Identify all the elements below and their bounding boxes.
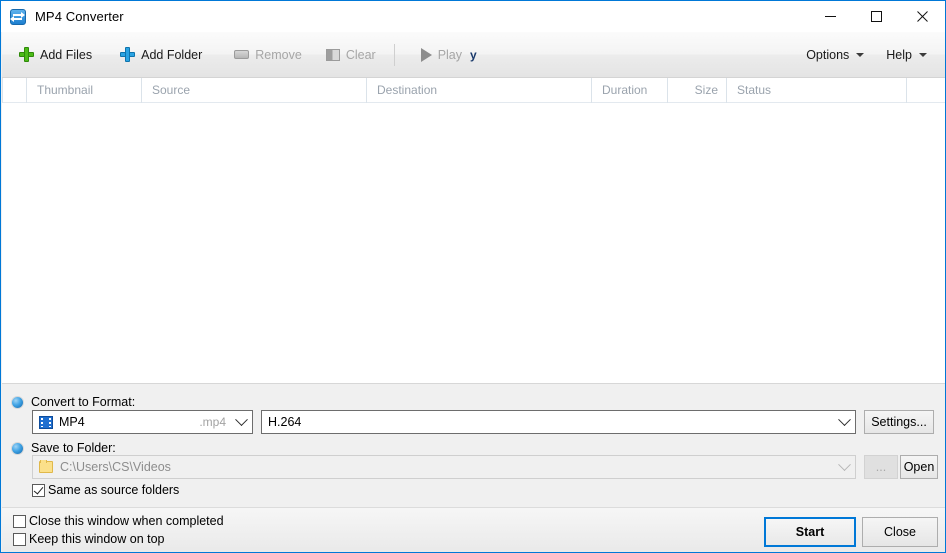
remove-icon [234,50,250,59]
convert-to-format-row[interactable]: Convert to Format: [12,395,135,409]
save-folder-select-arrow[interactable] [833,456,855,478]
help-menu-button[interactable]: Help [877,39,936,71]
options-menu-button[interactable]: Options [797,39,873,71]
close-window-button[interactable] [899,1,945,32]
settings-button[interactable]: Settings... [864,410,934,434]
convert-to-format-radio-icon[interactable] [12,396,23,408]
play-triangle-icon [420,47,432,62]
clear-button: Clear [317,39,385,71]
same-as-source-folders-checkbox[interactable]: Same as source folders [32,483,179,497]
plus-blue-icon [120,47,136,62]
add-files-button[interactable]: Add Files [10,39,101,71]
window-title: MP4 Converter [35,9,124,24]
codec-select-arrow[interactable] [833,411,855,433]
add-files-label: Add Files [40,47,93,62]
codec-value: H.264 [268,415,302,429]
file-list-header: Thumbnail Source Destination Duration Si… [2,77,945,103]
save-to-folder-label: Save to Folder: [31,441,116,455]
toolbar-right-group: Options Help [797,39,936,71]
checkbox-indicator[interactable] [13,514,26,528]
column-spacer [2,77,26,103]
options-label: Options [806,47,850,62]
format-extension: .mp4 [199,415,226,429]
window-controls [807,1,945,32]
checkbox-indicator[interactable] [32,483,45,497]
column-label: Size [694,83,718,97]
toolbar-separator [393,43,395,66]
keep-on-top-label: Keep this window on top [29,532,165,546]
column-header-source[interactable]: Source [141,77,366,103]
keep-on-top-checkbox[interactable]: Keep this window on top [13,532,165,546]
clear-icon [325,48,340,61]
save-folder-path-value: C:\Users\CS\Videos [60,460,171,474]
column-label: Status [737,83,772,97]
film-strip-icon [39,415,53,429]
file-list-body[interactable] [2,103,945,382]
checkbox-indicator[interactable] [13,532,26,546]
maximize-button[interactable] [853,1,899,32]
play-button: Play y [412,39,486,71]
help-label: Help [886,47,912,62]
remove-button: Remove [225,39,311,71]
folder-icon [39,460,53,473]
column-label: Source [152,83,191,97]
save-folder-path-select[interactable]: C:\Users\CS\Videos [32,455,856,479]
play-label: Play [437,47,463,62]
chevron-down-icon [856,52,865,57]
column-header-size[interactable]: Size [667,77,726,103]
column-header-end [906,77,945,103]
close-when-completed-label: Close this window when completed [29,514,224,528]
format-select-arrow[interactable] [230,411,252,433]
convert-to-format-label: Convert to Format: [31,395,136,409]
minimize-button[interactable] [807,1,853,32]
toolbar: Add Files Add Folder Remove Clear Play y… [2,32,945,78]
title-bar: MP4 Converter [1,1,945,32]
save-to-folder-radio-icon[interactable] [12,442,23,454]
close-icon [916,11,928,22]
close-when-completed-checkbox[interactable]: Close this window when completed [13,514,224,528]
convert-arrows-icon [10,8,26,25]
add-folder-label: Add Folder [141,47,203,62]
codec-select[interactable]: H.264 [261,410,856,434]
chevron-down-icon [919,52,927,57]
column-header-status[interactable]: Status [726,77,906,103]
clear-label: Clear [345,47,376,62]
column-label: Duration [602,83,648,97]
format-value: MP4 [59,415,85,429]
mp4-converter-window: MP4 Converter Add Files Add Folder Remov… [0,0,946,553]
start-button[interactable]: Start [764,517,856,547]
column-header-duration[interactable]: Duration [591,77,667,103]
close-button[interactable]: Close [862,517,938,547]
same-as-source-folders-label: Same as source folders [48,483,180,497]
add-folder-button[interactable]: Add Folder [111,39,211,71]
conversion-options-panel: Convert to Format: MP4 .mp4 H.264 Settin… [2,383,945,507]
save-to-folder-row[interactable]: Save to Folder: [12,441,116,455]
column-label: Destination [377,83,438,97]
maximize-icon [870,11,882,22]
column-label: Thumbnail [37,83,94,97]
footer-bar: Close this window when completed Keep th… [2,507,945,552]
format-select[interactable]: MP4 .mp4 [32,410,253,434]
plus-green-icon [19,47,34,62]
browse-folder-button: ... [864,455,898,479]
remove-label: Remove [255,47,302,62]
file-list: Thumbnail Source Destination Duration Si… [2,77,945,383]
minimize-icon [824,16,836,17]
column-header-destination[interactable]: Destination [366,77,591,103]
open-folder-button[interactable]: Open [900,455,938,479]
toolbar-glyph-artifact: y [470,47,477,62]
column-header-thumbnail[interactable]: Thumbnail [26,77,141,103]
